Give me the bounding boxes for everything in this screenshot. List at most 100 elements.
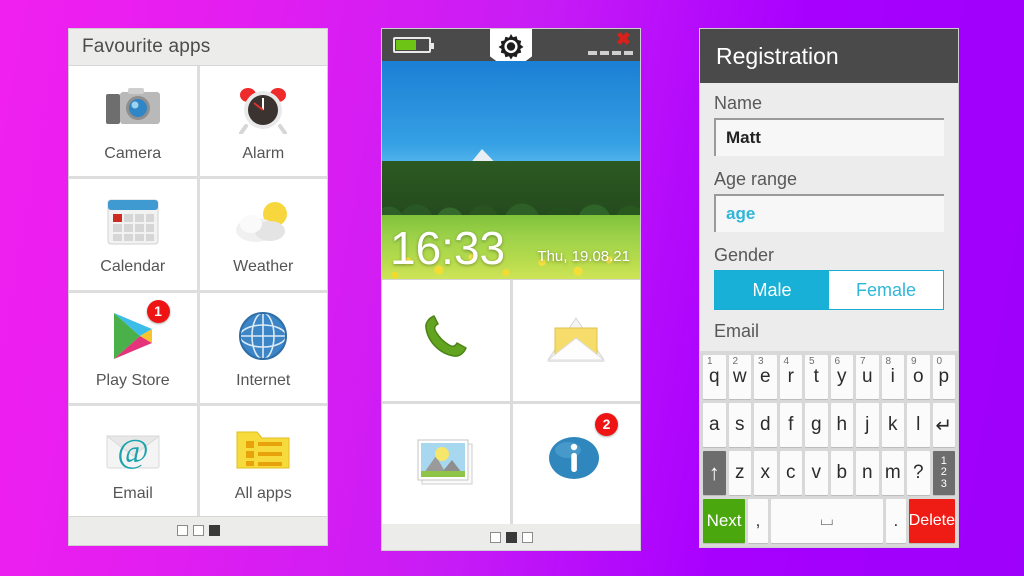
key-v[interactable]: v bbox=[805, 451, 828, 495]
key-r[interactable]: 4r bbox=[779, 355, 802, 399]
lockscreen-wallpaper[interactable]: 16:33 Thu, 19.08.21 bbox=[382, 61, 640, 279]
key-superscript: 3 bbox=[758, 356, 764, 367]
age-range-field[interactable]: age bbox=[714, 194, 944, 232]
red-x-icon: ✖ bbox=[615, 29, 631, 49]
numeric-digit: 3 bbox=[940, 477, 947, 490]
page-dot-2[interactable] bbox=[505, 532, 517, 543]
all-apps-icon bbox=[235, 419, 291, 479]
app-label: Alarm bbox=[242, 145, 285, 162]
app-tile-internet[interactable]: Internet bbox=[199, 292, 327, 403]
app-tile-weather[interactable]: Weather bbox=[199, 179, 327, 290]
page-indicator[interactable] bbox=[382, 524, 640, 550]
keyboard-row-1: 1q 2w 3e 4r 5t 6y 7u 8i 9o 0p bbox=[703, 355, 955, 399]
email-at-icon: @ bbox=[104, 419, 162, 479]
key-t[interactable]: 5t bbox=[805, 355, 828, 399]
calendar-icon bbox=[106, 192, 160, 252]
tile-gallery[interactable] bbox=[382, 403, 510, 524]
registration-header: Registration bbox=[700, 29, 958, 83]
shift-key-icon[interactable]: ↑ bbox=[703, 451, 726, 495]
page-title: Registration bbox=[716, 42, 839, 69]
key-i[interactable]: 8i bbox=[881, 355, 904, 399]
gender-toggle: Male Female bbox=[714, 270, 944, 310]
key-superscript: 1 bbox=[707, 356, 713, 367]
age-range-placeholder: age bbox=[726, 204, 756, 223]
key-superscript: 9 bbox=[911, 356, 917, 367]
app-tile-calendar[interactable]: Calendar bbox=[69, 179, 197, 290]
key-superscript: 2 bbox=[732, 356, 739, 367]
app-label: Camera bbox=[104, 145, 162, 162]
key-label: p bbox=[938, 366, 950, 387]
key-a[interactable]: a bbox=[703, 403, 726, 447]
enter-key-icon[interactable]: ↵ bbox=[932, 403, 955, 447]
key-label: q bbox=[708, 366, 720, 387]
lockscreen-clock: 16:33 bbox=[390, 222, 506, 274]
key-p[interactable]: 0p bbox=[932, 355, 955, 399]
key-y[interactable]: 6y bbox=[830, 355, 853, 399]
key-q[interactable]: 1q bbox=[703, 355, 726, 399]
key-k[interactable]: k bbox=[881, 403, 904, 447]
key-o[interactable]: 9o bbox=[907, 355, 930, 399]
page-indicator[interactable] bbox=[69, 517, 327, 544]
key-h[interactable]: h bbox=[830, 403, 853, 447]
key-l[interactable]: l bbox=[907, 403, 930, 447]
app-label: Calendar bbox=[100, 258, 166, 276]
key-b[interactable]: b bbox=[830, 451, 853, 495]
key-w[interactable]: 2w bbox=[728, 355, 751, 399]
key-u[interactable]: 7u bbox=[856, 355, 879, 399]
key-superscript: 0 bbox=[936, 356, 943, 367]
name-value: Matt bbox=[726, 128, 761, 147]
app-tile-alarm[interactable]: Alarm bbox=[199, 66, 327, 177]
key-superscript: 7 bbox=[860, 356, 866, 367]
key-question-mark[interactable]: ? bbox=[907, 451, 930, 495]
notification-badge: 2 bbox=[595, 412, 618, 436]
page-dot-3[interactable] bbox=[521, 532, 533, 543]
app-tile-email[interactable]: @ Email bbox=[69, 405, 197, 516]
period-key[interactable]: . bbox=[886, 499, 906, 543]
key-e[interactable]: 3e bbox=[754, 355, 777, 399]
space-key[interactable]: ⌴ bbox=[770, 499, 884, 543]
key-label: o bbox=[912, 366, 924, 387]
weather-icon bbox=[234, 192, 292, 252]
key-j[interactable]: j bbox=[856, 403, 879, 447]
forest-shape bbox=[382, 161, 640, 221]
registration-phone: Registration Name Matt Age range age Gen… bbox=[699, 28, 959, 548]
key-g[interactable]: g bbox=[805, 403, 828, 447]
page-dot-1[interactable] bbox=[489, 532, 501, 543]
tile-phone[interactable] bbox=[382, 280, 510, 401]
alarm-clock-icon bbox=[236, 79, 290, 139]
key-label: u bbox=[861, 366, 873, 387]
home-screen-phone: ✖ 16:33 Thu, 19.08.21 2 bbox=[381, 28, 641, 551]
registration-form: Name Matt Age range age Gender Male Fema… bbox=[700, 83, 958, 393]
next-key[interactable]: Next bbox=[703, 499, 746, 543]
app-tile-camera[interactable]: Camera bbox=[69, 66, 197, 177]
app-tile-play-store[interactable]: 1 Play Store bbox=[69, 292, 197, 403]
name-field[interactable]: Matt bbox=[714, 118, 944, 156]
page-dot-2[interactable] bbox=[192, 525, 204, 536]
key-label: t bbox=[813, 366, 819, 387]
tile-info[interactable]: 2 bbox=[512, 403, 640, 524]
key-f[interactable]: f bbox=[779, 403, 802, 447]
comma-key[interactable]: , bbox=[748, 499, 768, 543]
camera-icon bbox=[104, 79, 162, 139]
key-label: e bbox=[759, 366, 771, 387]
page-dot-3[interactable] bbox=[208, 525, 220, 536]
key-d[interactable]: d bbox=[754, 403, 777, 447]
key-m[interactable]: m bbox=[881, 451, 904, 495]
key-z[interactable]: z bbox=[728, 451, 751, 495]
home-tiles-grid: 2 bbox=[382, 279, 640, 524]
key-superscript: 6 bbox=[834, 356, 841, 367]
numeric-mode-key[interactable]: 1 2 3 bbox=[932, 451, 955, 495]
page-dot-1[interactable] bbox=[176, 525, 188, 536]
on-screen-keyboard: 1q 2w 3e 4r 5t 6y 7u 8i 9o 0p a s d f g … bbox=[700, 351, 958, 547]
key-c[interactable]: c bbox=[779, 451, 802, 495]
tile-messages[interactable] bbox=[512, 280, 640, 401]
delete-key[interactable]: Delete bbox=[908, 499, 955, 543]
key-s[interactable]: s bbox=[728, 403, 751, 447]
app-label: Weather bbox=[233, 258, 294, 276]
key-label: r bbox=[787, 366, 794, 387]
gender-option-female[interactable]: Female bbox=[829, 271, 943, 309]
key-x[interactable]: x bbox=[754, 451, 777, 495]
gender-option-male[interactable]: Male bbox=[715, 271, 829, 309]
key-n[interactable]: n bbox=[856, 451, 879, 495]
app-tile-all-apps[interactable]: All apps bbox=[199, 405, 327, 516]
